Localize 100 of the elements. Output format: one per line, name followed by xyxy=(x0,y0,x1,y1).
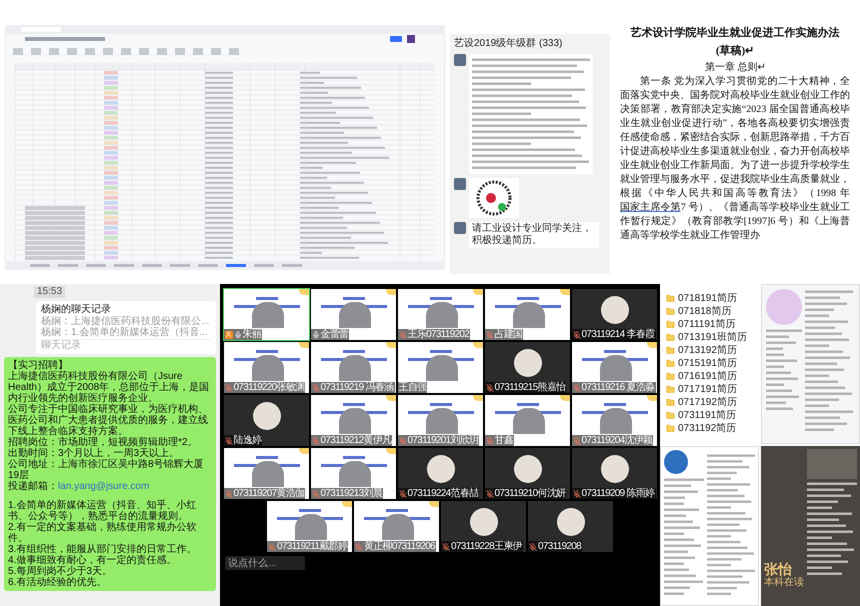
participant-name: 073119201刘欣玥 xyxy=(408,435,478,446)
person-placeholder xyxy=(252,355,284,381)
video-tile[interactable]: 073119224范春喆 xyxy=(396,447,484,500)
person-placeholder xyxy=(426,355,458,381)
person-placeholder xyxy=(338,302,370,328)
requirement-line: 3.有组织性，能服从部门安排的日常工作。 xyxy=(8,544,198,555)
resume-subtitle: 本科在读 xyxy=(764,577,804,589)
participant-name: 073119207黄浩伽 xyxy=(234,488,304,499)
folder-icon xyxy=(666,372,675,381)
avatar-icon xyxy=(454,222,466,234)
video-tile[interactable]: 073119208 xyxy=(527,500,614,553)
video-tile[interactable]: 073119210何沈妍 xyxy=(484,447,570,500)
message-line: 公司专注于中国临床研究事业，为医疗机构、医药公司和广大患者提供优质的服务，建立线下线上整合临床支持方案。 xyxy=(8,404,209,437)
video-tile[interactable]: 073119228王柬伊 xyxy=(440,500,527,553)
message-line: 投递邮箱：lan.yang@jsure.com xyxy=(8,481,150,492)
article-paragraph: 第一条 党为深入学习贯彻党的二十大精神，全面落实党中央、国务院对高校毕业生就业创业工作的决策部署，教育部决定实施“2023 届全国普通高校毕业生就业创业促进行动”，各地各高校要切实增强责任感使命感，紧密结合实际，创新思路举措，千方百计促进高校毕业生多渠道就业创业，奋力开创高校毕业生就业创业工作新局面。为了进一步提升学校学生就业管理与服务水平，促进我院毕业生高质量就业，根据《中华人民共和国高等教育法》（1998 年 国家主席令第7 号）、《普通高等学校毕业生就业工作暂行规定》（教育部教学[1997]6 号）和《上海普通高等学校学生就业工作管理办 xyxy=(620,75,850,243)
folder-icon xyxy=(666,346,675,355)
video-tile[interactable]: 073119213刘晨 xyxy=(310,447,396,500)
participant-name: 073119214 李春霞 xyxy=(582,329,654,340)
person-placeholder xyxy=(295,514,327,540)
folder-name[interactable]: 0717192简历 xyxy=(678,396,737,409)
participant-name: 073119224范春喆 xyxy=(408,488,478,499)
folder-name[interactable]: 0717191简历 xyxy=(678,383,737,396)
participant-name: 王自强 xyxy=(398,382,426,393)
video-tile[interactable]: 073119214 李春霞 xyxy=(570,288,658,341)
folder-name[interactable]: 071818简历 xyxy=(678,305,732,318)
message-line: 招聘岗位：市场助理，短视频剪辑助理*2。 xyxy=(8,437,198,448)
folder-name[interactable]: 0731192简历 xyxy=(678,422,736,435)
folder-icon xyxy=(666,307,675,316)
participant-name: 073119213刘晨 xyxy=(320,488,382,499)
person-placeholder xyxy=(338,408,370,434)
requirement-line: 1.会简单的新媒体运营（抖音、知乎、小红书、公众号等），熟悉平台的流量规则。 xyxy=(8,500,198,522)
folder-name[interactable]: 0713192简历 xyxy=(678,344,737,357)
avatar-icon xyxy=(454,54,466,66)
person-placeholder xyxy=(600,408,632,434)
participant-name: 073119228王柬伊 xyxy=(451,541,522,552)
document-title: 艺术设计学院毕业生就业促进工作实施办法 xyxy=(630,26,840,41)
video-tile[interactable]: 黄正柳073119206 xyxy=(353,500,440,553)
video-tile[interactable]: 甘鑫 xyxy=(484,394,570,447)
video-tile[interactable]: 王自强 xyxy=(396,341,484,394)
participant-name: 073119215熊嘉怡 xyxy=(494,382,566,393)
video-tile[interactable]: 073119219 冯春涵 xyxy=(310,341,396,394)
participant-name: 073119211戴郡婷 xyxy=(277,541,348,552)
person-placeholder xyxy=(338,355,370,381)
person-placeholder xyxy=(382,514,414,540)
participant-name: 陆逸婷 xyxy=(234,435,262,446)
person-placeholder xyxy=(252,302,284,328)
chat-message: 请工业设计专业同学关注，积极投递简历。 xyxy=(469,222,599,248)
video-tile[interactable]: 073119212黄伊凡 xyxy=(310,394,396,447)
person-placeholder xyxy=(600,355,632,381)
folder-icon xyxy=(666,398,675,407)
message-line: 出勤时间：3个月以上，一周3天以上。 xyxy=(8,448,180,459)
participant-name: 073119212黄伊凡 xyxy=(320,435,392,446)
folder-name[interactable]: 0713191班简历 xyxy=(678,331,747,344)
card-title: 杨娴的聊天记录 xyxy=(41,304,112,316)
person-placeholder xyxy=(512,302,544,328)
law-link[interactable]: 国家主席令第 xyxy=(620,202,681,213)
video-tile[interactable]: 073119220张敏渊 xyxy=(222,341,310,394)
person-placeholder xyxy=(512,408,544,434)
resume-name: 张怡 xyxy=(764,561,793,577)
video-tile[interactable]: 073119204沈伊颖 xyxy=(570,394,658,447)
message-line: 【实习招聘】 xyxy=(8,360,68,371)
video-tile[interactable]: 073119211戴郡婷 xyxy=(266,500,353,553)
person-placeholder xyxy=(252,461,284,487)
folder-name[interactable]: 0731191简历 xyxy=(678,409,736,422)
requirement-line: 4.做事细致有耐心，有一定的责任感。 xyxy=(8,555,178,566)
card-footer: 聊天记录 xyxy=(41,339,211,351)
comment-field[interactable]: 说点什么... xyxy=(225,556,305,570)
card-line: 杨娴：1.会简单的新媒体运营（抖音... xyxy=(41,327,209,338)
folder-name[interactable]: 0715191简历 xyxy=(678,357,737,370)
video-tile[interactable]: 朱丽 xyxy=(222,288,310,341)
message-line: 公司地址：上海市徐汇区吴中路8号锦辉大厦19层 xyxy=(8,459,205,481)
participant-name: 073119204沈伊颖 xyxy=(582,435,652,446)
video-tile[interactable]: 073119207黄浩伽 xyxy=(222,447,310,500)
folder-icon xyxy=(666,424,675,433)
message-line: 上海捷信医药科技股份有限公司（Jsure Health）成立于2008年，总部位于上海，是国内行业领先的创新医疗服务企业。 xyxy=(8,371,210,404)
participant-name: 073119209 陈雨婷 xyxy=(582,488,654,499)
folder-name[interactable]: 0718191简历 xyxy=(678,292,737,305)
photo-placeholder xyxy=(664,450,688,474)
qr-code-drawing xyxy=(469,178,519,218)
chapter-heading: 第一章 总则↵ xyxy=(704,60,766,75)
video-tile[interactable]: 073119216 夏浩淼 xyxy=(570,341,658,394)
chat-title: 艺设2019级年级群 (333) xyxy=(454,38,564,50)
participant-name: 金蕾蕾 xyxy=(320,329,348,340)
video-tile[interactable]: 073119215熊嘉怡 xyxy=(484,341,570,394)
participant-name: 073119216 夏浩淼 xyxy=(582,382,654,393)
card-line: 杨娴：上海捷信医药科技股份有限公... xyxy=(41,316,210,327)
photo-placeholder xyxy=(766,289,802,325)
video-tile[interactable]: 073119201刘欣玥 xyxy=(396,394,484,447)
chat-record-card[interactable]: 杨娴的聊天记录 杨娴：上海捷信医药科技股份有限公... 杨娴：1.会简单的新媒体运营（抖音... 聊天记录 xyxy=(36,301,216,354)
video-tile[interactable]: 金蕾蕾 xyxy=(310,288,396,341)
folder-name[interactable]: 0711191简历 xyxy=(678,318,736,331)
participant-name: 甘鑫 xyxy=(494,435,514,446)
folder-name[interactable]: 0716191简历 xyxy=(678,370,737,383)
person-placeholder xyxy=(426,302,458,328)
video-tile[interactable]: 王乐073119202 xyxy=(396,288,484,341)
video-tile[interactable]: 陆逸婷 xyxy=(222,394,310,447)
video-tile[interactable]: 占建国 xyxy=(484,288,570,341)
video-tile[interactable]: 073119209 陈雨婷 xyxy=(570,447,658,500)
participant-name: 朱丽 xyxy=(242,329,262,340)
